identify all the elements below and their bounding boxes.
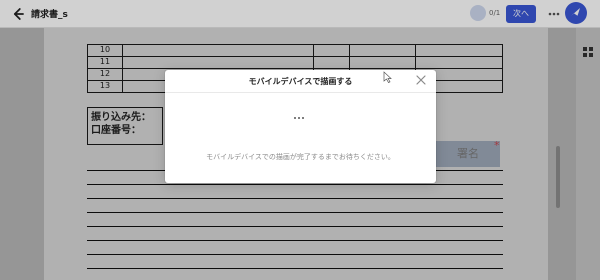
- cursor-icon: [383, 71, 392, 83]
- loading-indicator: [294, 117, 308, 121]
- modal-title: モバイルデバイスで描画する: [248, 77, 353, 86]
- modal-divider: [165, 92, 436, 93]
- close-icon[interactable]: [416, 75, 426, 85]
- mobile-draw-modal: モバイルデバイスで描画する モバイルデバイスでの描画が完了するまでお待ちください…: [165, 70, 436, 183]
- modal-message: モバイルデバイスでの描画が完了するまでお待ちください。: [206, 153, 395, 161]
